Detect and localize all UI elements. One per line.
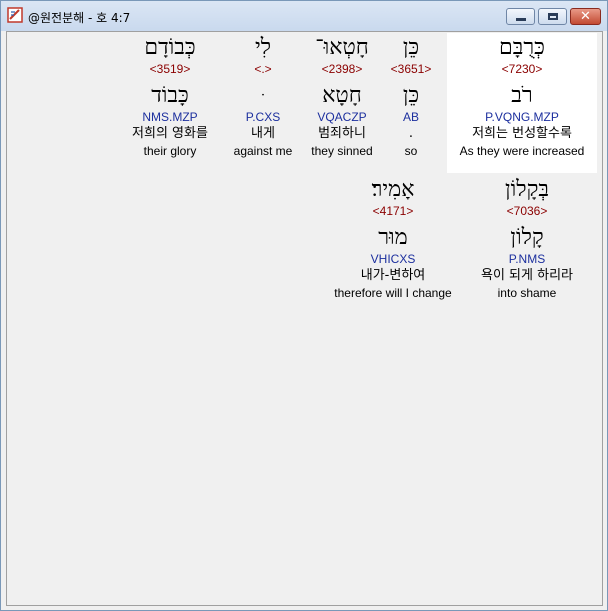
word-block[interactable]: לִי <.> ּ P.CXS 내게 against me xyxy=(227,35,299,159)
morphology-code: NMS.MZP xyxy=(142,110,198,124)
english-gloss: against me xyxy=(233,144,293,158)
word-block[interactable]: אָמִיר׃ <4171> מוּר VHICXS 내가-변하여 theref… xyxy=(325,177,461,301)
morphology-code: AB xyxy=(402,110,419,124)
korean-gloss: 내가-변하여 xyxy=(360,268,426,283)
english-gloss: therefore will I change xyxy=(334,286,452,300)
hebrew-lemma: חָטָא xyxy=(322,83,362,108)
hebrew-lemma: כֵּן xyxy=(402,83,420,108)
hebrew-lemma: רֹב xyxy=(511,83,533,108)
word-block[interactable]: כְּרֻבָּם <7230> רֹב P.VQNG.MZP 저희는 번성할수… xyxy=(450,35,594,159)
english-gloss: into shame xyxy=(497,286,557,300)
english-gloss: they sinned xyxy=(311,144,373,158)
hebrew-word: בְּקָלוֹן xyxy=(505,177,549,202)
hebrew-word: חָטְאוּ־ xyxy=(315,35,369,60)
korean-gloss: 저희는 번성할수록 xyxy=(472,126,572,141)
hebrew-word: אָמִיר׃ xyxy=(371,177,415,202)
hebrew-lemma: מוּר xyxy=(378,225,408,250)
korean-gloss: . xyxy=(408,126,414,141)
morphology-code: P.VQNG.MZP xyxy=(485,110,559,124)
korean-gloss: 내게 xyxy=(251,126,275,141)
strong-number[interactable]: <7230> xyxy=(450,61,594,77)
hebrew-lemma: ּ xyxy=(227,83,299,109)
hebrew-word: כְּבוֹדָם xyxy=(144,35,196,60)
morphology-code: VHICXS xyxy=(370,252,416,266)
strong-number[interactable]: <.> xyxy=(227,61,299,77)
minimize-button[interactable] xyxy=(506,8,535,25)
strong-number[interactable]: <3519> xyxy=(120,61,220,77)
strong-number[interactable]: <3651> xyxy=(381,61,441,77)
word-block[interactable]: כֵּן <3651> כֵּן AB . so xyxy=(381,35,441,159)
close-button[interactable]: ✕ xyxy=(570,8,601,25)
korean-gloss: 욕이 되게 하리라 xyxy=(481,268,573,283)
interlinear-panel: כְּרֻבָּם <7230> רֹב P.VQNG.MZP 저희는 번성할수… xyxy=(6,31,603,606)
korean-gloss: 저희의 영화를 xyxy=(132,126,208,141)
strong-number[interactable]: <7036> xyxy=(462,203,592,219)
title-bar[interactable]: @원전분해 - 호 4:7 ✕ xyxy=(1,1,607,31)
word-block[interactable]: כְּבוֹדָם <3519> כָּבוֹד NMS.MZP 저희의 영화를… xyxy=(120,35,220,159)
window-title: @원전분해 - 호 4:7 xyxy=(28,11,131,25)
english-gloss: their glory xyxy=(143,144,197,158)
strong-number[interactable]: <2398> xyxy=(303,61,381,77)
minimize-icon xyxy=(516,18,526,21)
morphology-code: VQACZP xyxy=(317,110,367,124)
korean-gloss: 범죄하니 xyxy=(318,126,366,141)
hebrew-word: לִי xyxy=(254,35,272,60)
english-gloss: so xyxy=(404,144,418,158)
strong-number[interactable]: <4171> xyxy=(325,203,461,219)
word-block[interactable]: בְּקָלוֹן <7036> קָלוֹן P.NMS 욕이 되게 하리라 … xyxy=(462,177,592,301)
morphology-code: P.CXS xyxy=(245,110,281,124)
hebrew-word: כְּרֻבָּם xyxy=(499,35,545,60)
maximize-icon xyxy=(548,13,558,20)
hebrew-lemma: קָלוֹן xyxy=(510,225,544,250)
hebrew-lemma: כָּבוֹד xyxy=(151,83,189,108)
word-block[interactable]: חָטְאוּ־ <2398> חָטָא VQACZP 범죄하니 they s… xyxy=(303,35,381,159)
english-gloss: As they were increased xyxy=(459,144,585,158)
main-window: @원전분해 - 호 4:7 ✕ כְּרֻבָּם <7230> רֹב P.V… xyxy=(0,0,608,611)
maximize-button[interactable] xyxy=(538,8,567,25)
close-icon: ✕ xyxy=(580,9,591,24)
morphology-code: P.NMS xyxy=(508,252,546,266)
hebrew-word: כֵּן xyxy=(402,35,420,60)
app-icon xyxy=(7,7,23,23)
